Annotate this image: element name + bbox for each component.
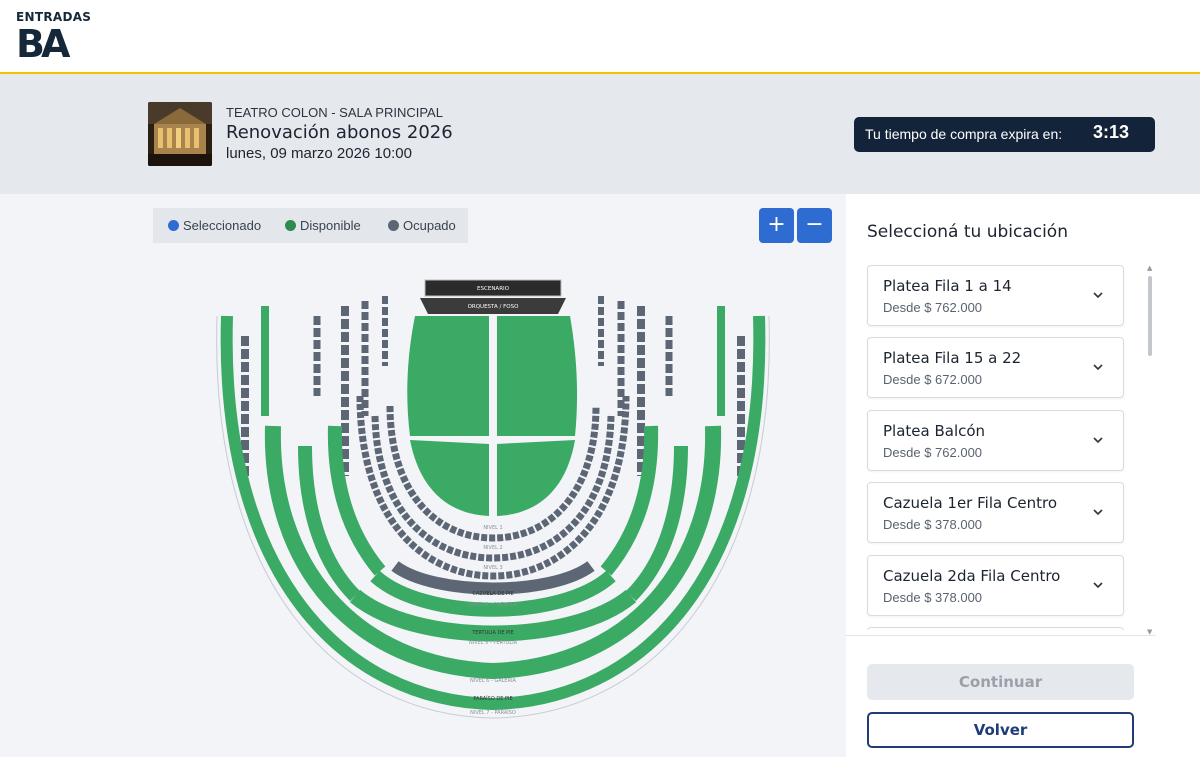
event-header: TEATRO COLON - SALA PRINCIPAL Renovación… <box>0 74 1200 194</box>
scroll-up-icon[interactable]: ▲ <box>1147 264 1152 272</box>
event-date: lunes, 09 marzo 2026 10:00 <box>226 145 412 162</box>
section-card-platea-1-14[interactable]: Platea Fila 1 a 14 Desde $ 762.000 <box>867 265 1124 326</box>
legend-selected-label: Seleccionado <box>183 218 262 233</box>
chevron-down-icon[interactable] <box>1091 578 1105 592</box>
scrollbar-thumb[interactable] <box>1148 276 1152 356</box>
paraiso-outline <box>216 315 770 719</box>
section-name: Platea Balcón <box>883 422 986 440</box>
level-label-3: NIVEL 3 <box>483 565 502 571</box>
legend-available-label: Disponible <box>300 218 361 233</box>
level-label-tertulia-pie: TERTULIA DE PIE <box>471 630 514 636</box>
cazuela-right-wing[interactable] <box>600 425 659 576</box>
section-card-cazuela-1er-fila[interactable]: Cazuela 1er Fila Centro Desde $ 378.000 <box>867 482 1124 543</box>
section-list-scrollbar[interactable]: ▲ ▼ <box>1146 264 1154 636</box>
timer-value: 3:13 <box>1093 122 1130 142</box>
section-price: Desde $ 762.000 <box>883 445 983 460</box>
available-dot-icon <box>285 220 296 231</box>
level-label-paraiso-pie: PARAÍSO DE PIE <box>473 695 512 702</box>
logo-mark: BA <box>16 22 70 66</box>
section-name: Cazuela 2da Fila Centro <box>883 567 1061 585</box>
event-title: Renovación abonos 2026 <box>226 122 453 143</box>
section-price: Desde $ 378.000 <box>883 517 983 532</box>
legend-occupied-label: Ocupado <box>403 218 456 233</box>
section-name: Cazuela 1er Fila Centro <box>883 494 1058 512</box>
event-thumbnail <box>148 102 212 166</box>
zoom-out-button[interactable]: − <box>797 208 832 243</box>
section-card-cazuela-2da-fila[interactable]: Cazuela 2da Fila Centro Desde $ 378.000 <box>867 555 1124 616</box>
chevron-down-icon[interactable] <box>1091 505 1105 519</box>
sidebar-title: Seleccioná tu ubicación <box>867 222 1068 242</box>
event-venue: TEATRO COLON - SALA PRINCIPAL <box>226 105 443 120</box>
legend-available: Disponible <box>285 218 361 233</box>
legend-selected: Seleccionado <box>168 218 261 233</box>
section-card-platea-15-22[interactable]: Platea Fila 15 a 22 Desde $ 672.000 <box>867 337 1124 398</box>
level-label-2: NIVEL 2 <box>483 545 502 551</box>
section-card-partial[interactable] <box>867 627 1124 630</box>
entradas-ba-logo[interactable]: ENTRADAS BA <box>16 10 91 66</box>
seat-legend: Seleccionado Disponible Ocupado <box>153 208 468 243</box>
continue-button[interactable]: Continuar <box>867 664 1134 700</box>
sidebar-divider <box>846 635 1156 636</box>
chevron-down-icon[interactable] <box>1091 288 1105 302</box>
level-label-1: NIVEL 1 <box>483 525 502 531</box>
section-price: Desde $ 762.000 <box>883 300 983 315</box>
seat-map[interactable]: ESCENARIO ORQUESTA / FOSO NIVEL 1 NIVEL … <box>205 276 785 726</box>
top-bar: ENTRADAS BA <box>0 0 1200 74</box>
level-label-7: NIVEL 7 - PARAÍSO <box>470 709 516 716</box>
pit-label: ORQUESTA / FOSO <box>468 304 520 310</box>
section-list[interactable]: Platea Fila 1 a 14 Desde $ 762.000 Plate… <box>866 264 1126 630</box>
seat-map-area: Seleccionado Disponible Ocupado + − ESCE… <box>0 194 846 757</box>
section-sidebar: Seleccioná tu ubicación Platea Fila 1 a … <box>846 194 1200 757</box>
section-card-platea-balcon[interactable]: Platea Balcón Desde $ 762.000 <box>867 410 1124 471</box>
level-label-6: NIVEL 6 - GALERÍA <box>470 677 517 684</box>
section-name: Platea Fila 1 a 14 <box>883 277 1012 295</box>
back-button[interactable]: Volver <box>867 712 1134 748</box>
timer-label: Tu tiempo de compra expira en: <box>865 126 1063 142</box>
chevron-down-icon[interactable] <box>1091 360 1105 374</box>
level-label-5: NIVEL 5 - TERTULIA <box>469 640 518 646</box>
section-price: Desde $ 378.000 <box>883 590 983 605</box>
section-name: Platea Fila 15 a 22 <box>883 349 1022 367</box>
purchase-timer: Tu tiempo de compra expira en: 3:13 <box>854 117 1155 152</box>
legend-occupied: Ocupado <box>388 218 456 233</box>
level-label-4: NIVEL 4 - CAZUELA <box>469 602 517 608</box>
section-price: Desde $ 672.000 <box>883 372 983 387</box>
cazuela-left-wing[interactable] <box>327 425 386 576</box>
stage-label: ESCENARIO <box>477 286 510 292</box>
level-label-cazuela-pie: CAZUELA DE PIE <box>472 591 513 597</box>
selected-dot-icon <box>168 220 179 231</box>
occupied-dot-icon <box>388 220 399 231</box>
platea-block-front-left[interactable] <box>407 316 489 436</box>
platea-block-front-right[interactable] <box>497 316 578 436</box>
zoom-in-button[interactable]: + <box>759 208 794 243</box>
chevron-down-icon[interactable] <box>1091 433 1105 447</box>
